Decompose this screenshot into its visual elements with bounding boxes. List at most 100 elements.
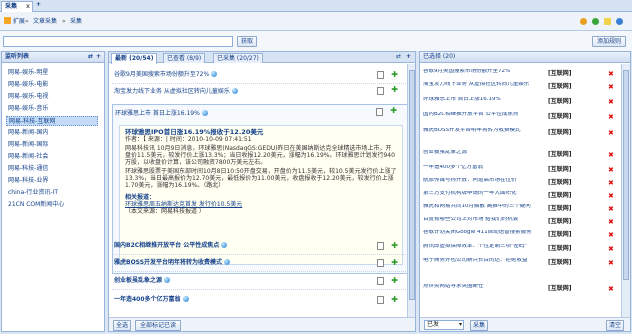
delete-icon[interactable]: ✖ bbox=[608, 205, 614, 213]
selected-item[interactable]: 环球雅思上市 首日上涨16.19% [互联网] ✖ bbox=[420, 97, 620, 109]
source-tag: [互联网] bbox=[548, 245, 572, 252]
add-icon[interactable] bbox=[592, 18, 599, 25]
sidebar-item[interactable]: 网易-娱乐-明星 bbox=[8, 68, 48, 78]
add-icon[interactable]: ✚ bbox=[391, 294, 398, 306]
sidebar-item[interactable]: 网易-新闻-国内 bbox=[8, 128, 48, 138]
selected-item[interactable]: 国内B2C相继推开放平台 公平性成焦点 [互联网] ✖ bbox=[420, 112, 620, 124]
selected-item[interactable]: 谷歌计划关闭Google 411自动语音搜索服务 [互联网] ✖ bbox=[420, 230, 620, 242]
divider bbox=[112, 83, 408, 84]
document-icon[interactable] bbox=[377, 242, 384, 250]
list-item[interactable]: 创业板虽乱象之源 ✚ bbox=[112, 275, 408, 287]
list-item[interactable]: 雅虎BOSS开发平台明年将转为收费模式 ✚ bbox=[112, 257, 408, 269]
selected-item[interactable]: 航旅传媒号称开放：问道高市场在位价 [互联网] ✖ bbox=[420, 178, 620, 190]
add-icon[interactable]: + bbox=[406, 53, 411, 60]
delete-icon[interactable]: ✖ bbox=[608, 218, 614, 226]
selected-item[interactable]: 雅虎BOSS开发平台明年将转为收费模式 [互联网] ✖ bbox=[420, 128, 620, 140]
clear-button[interactable]: 清空 bbox=[606, 320, 624, 331]
document-icon[interactable] bbox=[377, 71, 384, 79]
help-icon[interactable] bbox=[616, 18, 623, 25]
delete-icon[interactable]: ✖ bbox=[608, 166, 614, 174]
sidebar-item[interactable]: 网易-娱乐-电影 bbox=[8, 80, 48, 90]
list-item[interactable]: 国内B2C相继推开放平台 公平性成焦点 ✚ bbox=[112, 240, 408, 252]
document-icon[interactable] bbox=[377, 87, 384, 95]
sidebar-item[interactable]: china-行业资讯-IT bbox=[8, 188, 58, 198]
selected-item[interactable]: 雅虎和网易共同10月解散 离推中的三个疑问 [互联网] ✖ bbox=[420, 204, 620, 216]
tab-collected[interactable]: 已采集 (20/27) bbox=[213, 53, 263, 63]
selected-item[interactable]: 电子商务外包公司新兴长目的达：拒绝收益 [互联网] ✖ bbox=[420, 258, 620, 270]
add-icon[interactable]: ✚ bbox=[391, 275, 398, 287]
gear-icon[interactable] bbox=[580, 18, 587, 25]
add-icon[interactable]: ✚ bbox=[391, 240, 398, 252]
right-scrollbar[interactable] bbox=[621, 64, 630, 318]
add-rule-button[interactable]: 添加规则 bbox=[592, 36, 626, 47]
selected-item[interactable]: 谷歌9月美国搜索市场份额升至72% [互联网] ✖ bbox=[420, 69, 620, 81]
select-all-button[interactable]: 全选 bbox=[113, 320, 131, 331]
expanded-title[interactable]: 环球雅思上市 首日上涨16.19% bbox=[115, 108, 208, 117]
document-icon[interactable] bbox=[377, 296, 384, 304]
tab-collect[interactable]: 采集 x bbox=[1, 1, 33, 12]
document-icon[interactable] bbox=[376, 108, 383, 116]
list-item-title: 雅虎BOSS开发平台明年将转为收费模式 bbox=[114, 259, 223, 266]
list-item[interactable]: 谷歌9月美国搜索市场份额升至72% ✚ bbox=[112, 69, 408, 81]
breadcrumb-item-article[interactable]: 文章采集 bbox=[33, 17, 57, 27]
refresh-icon[interactable]: ⇄ bbox=[88, 52, 93, 62]
add-icon[interactable]: ✚ bbox=[390, 106, 397, 115]
delete-icon[interactable]: ✖ bbox=[608, 83, 614, 91]
document-icon[interactable] bbox=[377, 277, 384, 285]
selected-item[interactable]: 腾讯即虚拟保障效率：个性定制三项"密码" [互联网] ✖ bbox=[420, 244, 620, 256]
sidebar-item-selected[interactable]: 网易-科技-互联网 bbox=[6, 116, 98, 126]
delete-icon[interactable]: ✖ bbox=[608, 231, 614, 239]
globe-icon bbox=[231, 88, 238, 94]
status-select[interactable]: 已发 ▾ bbox=[424, 320, 464, 330]
add-icon[interactable]: ✚ bbox=[391, 257, 398, 269]
collect-button[interactable]: 采集 bbox=[470, 320, 488, 331]
delete-icon[interactable]: ✖ bbox=[608, 113, 614, 121]
selected-item[interactable]: 淘宝发力线下业务 从虚拟社区转向儿童娱乐 [互联网] ✖ bbox=[420, 82, 620, 94]
sidebar-item[interactable]: 网易-新闻-社会 bbox=[8, 152, 48, 162]
tab-latest[interactable]: 最新 (20/54) bbox=[111, 53, 158, 64]
fetch-button[interactable]: 获取 bbox=[237, 36, 257, 47]
list-item[interactable]: 一年造400多个亿万富翁 ✚ bbox=[112, 294, 408, 306]
selected-item-title: 雅虎和网易共同10月解散 离推中的三个疑问 bbox=[423, 204, 531, 209]
delete-icon[interactable]: ✖ bbox=[608, 285, 614, 293]
refresh-icon[interactable]: ⇄ bbox=[396, 53, 401, 60]
main-scrollbar[interactable] bbox=[407, 64, 415, 318]
close-icon[interactable]: x bbox=[26, 2, 30, 12]
expand-button[interactable]: 扩展 bbox=[4, 17, 25, 27]
delete-icon[interactable]: ✖ bbox=[608, 192, 614, 200]
edit-icon[interactable] bbox=[604, 18, 611, 25]
selected-item[interactable]: 百度有哪些公司上对市场 给我们的机会 [互联网] ✖ bbox=[420, 217, 620, 229]
delete-icon[interactable]: ✖ bbox=[608, 151, 614, 159]
related-link[interactable]: 环球雅思周五纳斯达克首发 发行价10.5美元 bbox=[125, 201, 397, 208]
add-icon[interactable]: ✚ bbox=[391, 85, 398, 94]
main-tabs: 最新 (20/54) 已查看 (8/9) 已采集 (20/27) ⇄ + bbox=[109, 52, 415, 64]
sidebar-item[interactable]: 21CN COM新闻中心 bbox=[8, 200, 64, 210]
sidebar-item[interactable]: 网易-娱乐-音乐 bbox=[8, 104, 48, 114]
sidebar-item[interactable]: 网易-新闻-国际 bbox=[8, 140, 48, 150]
delete-icon[interactable]: ✖ bbox=[608, 98, 614, 106]
delete-icon[interactable]: ✖ bbox=[608, 179, 614, 187]
sidebar-item[interactable]: 网易-科技-业界 bbox=[8, 176, 48, 186]
sidebar-item[interactable]: 网易-科技-通信 bbox=[8, 164, 48, 174]
tab-viewed[interactable]: 已查看 (8/9) bbox=[163, 53, 206, 63]
add-tab-icon[interactable]: + bbox=[36, 1, 41, 8]
sidebar-item[interactable]: 网易-娱乐-电视 bbox=[8, 92, 48, 102]
tab-label: 采集 bbox=[5, 3, 18, 10]
mark-all-read-button[interactable]: 全部标记已读 bbox=[135, 320, 181, 331]
main-scrollbar-thumb[interactable] bbox=[409, 70, 415, 300]
selected-item[interactable]: 第三方支付机构牌申请的一年大面积化 [互联网] ✖ bbox=[420, 191, 620, 203]
right-scrollbar-thumb[interactable] bbox=[623, 70, 629, 280]
add-icon[interactable]: ✚ bbox=[391, 69, 398, 81]
selected-item[interactable]: 创业板虽乱象之源 [互联网] ✖ bbox=[420, 150, 620, 162]
document-icon[interactable] bbox=[377, 259, 384, 267]
selected-item-title: 环球雅思上市 首日上涨16.19% bbox=[423, 97, 501, 102]
selected-item[interactable]: 点评类网站寻求突围新任 [互联网] ✖ bbox=[420, 284, 620, 296]
selected-item[interactable]: 一年造400多个亿万富翁 [互联网] ✖ bbox=[420, 165, 620, 177]
breadcrumb-item-collect[interactable]: 采集 bbox=[70, 17, 82, 27]
delete-icon[interactable]: ✖ bbox=[608, 129, 614, 137]
delete-icon[interactable]: ✖ bbox=[608, 70, 614, 78]
add-icon[interactable]: + bbox=[96, 52, 101, 62]
delete-icon[interactable]: ✖ bbox=[608, 245, 614, 253]
search-input[interactable] bbox=[3, 36, 233, 47]
delete-icon[interactable]: ✖ bbox=[608, 259, 614, 267]
